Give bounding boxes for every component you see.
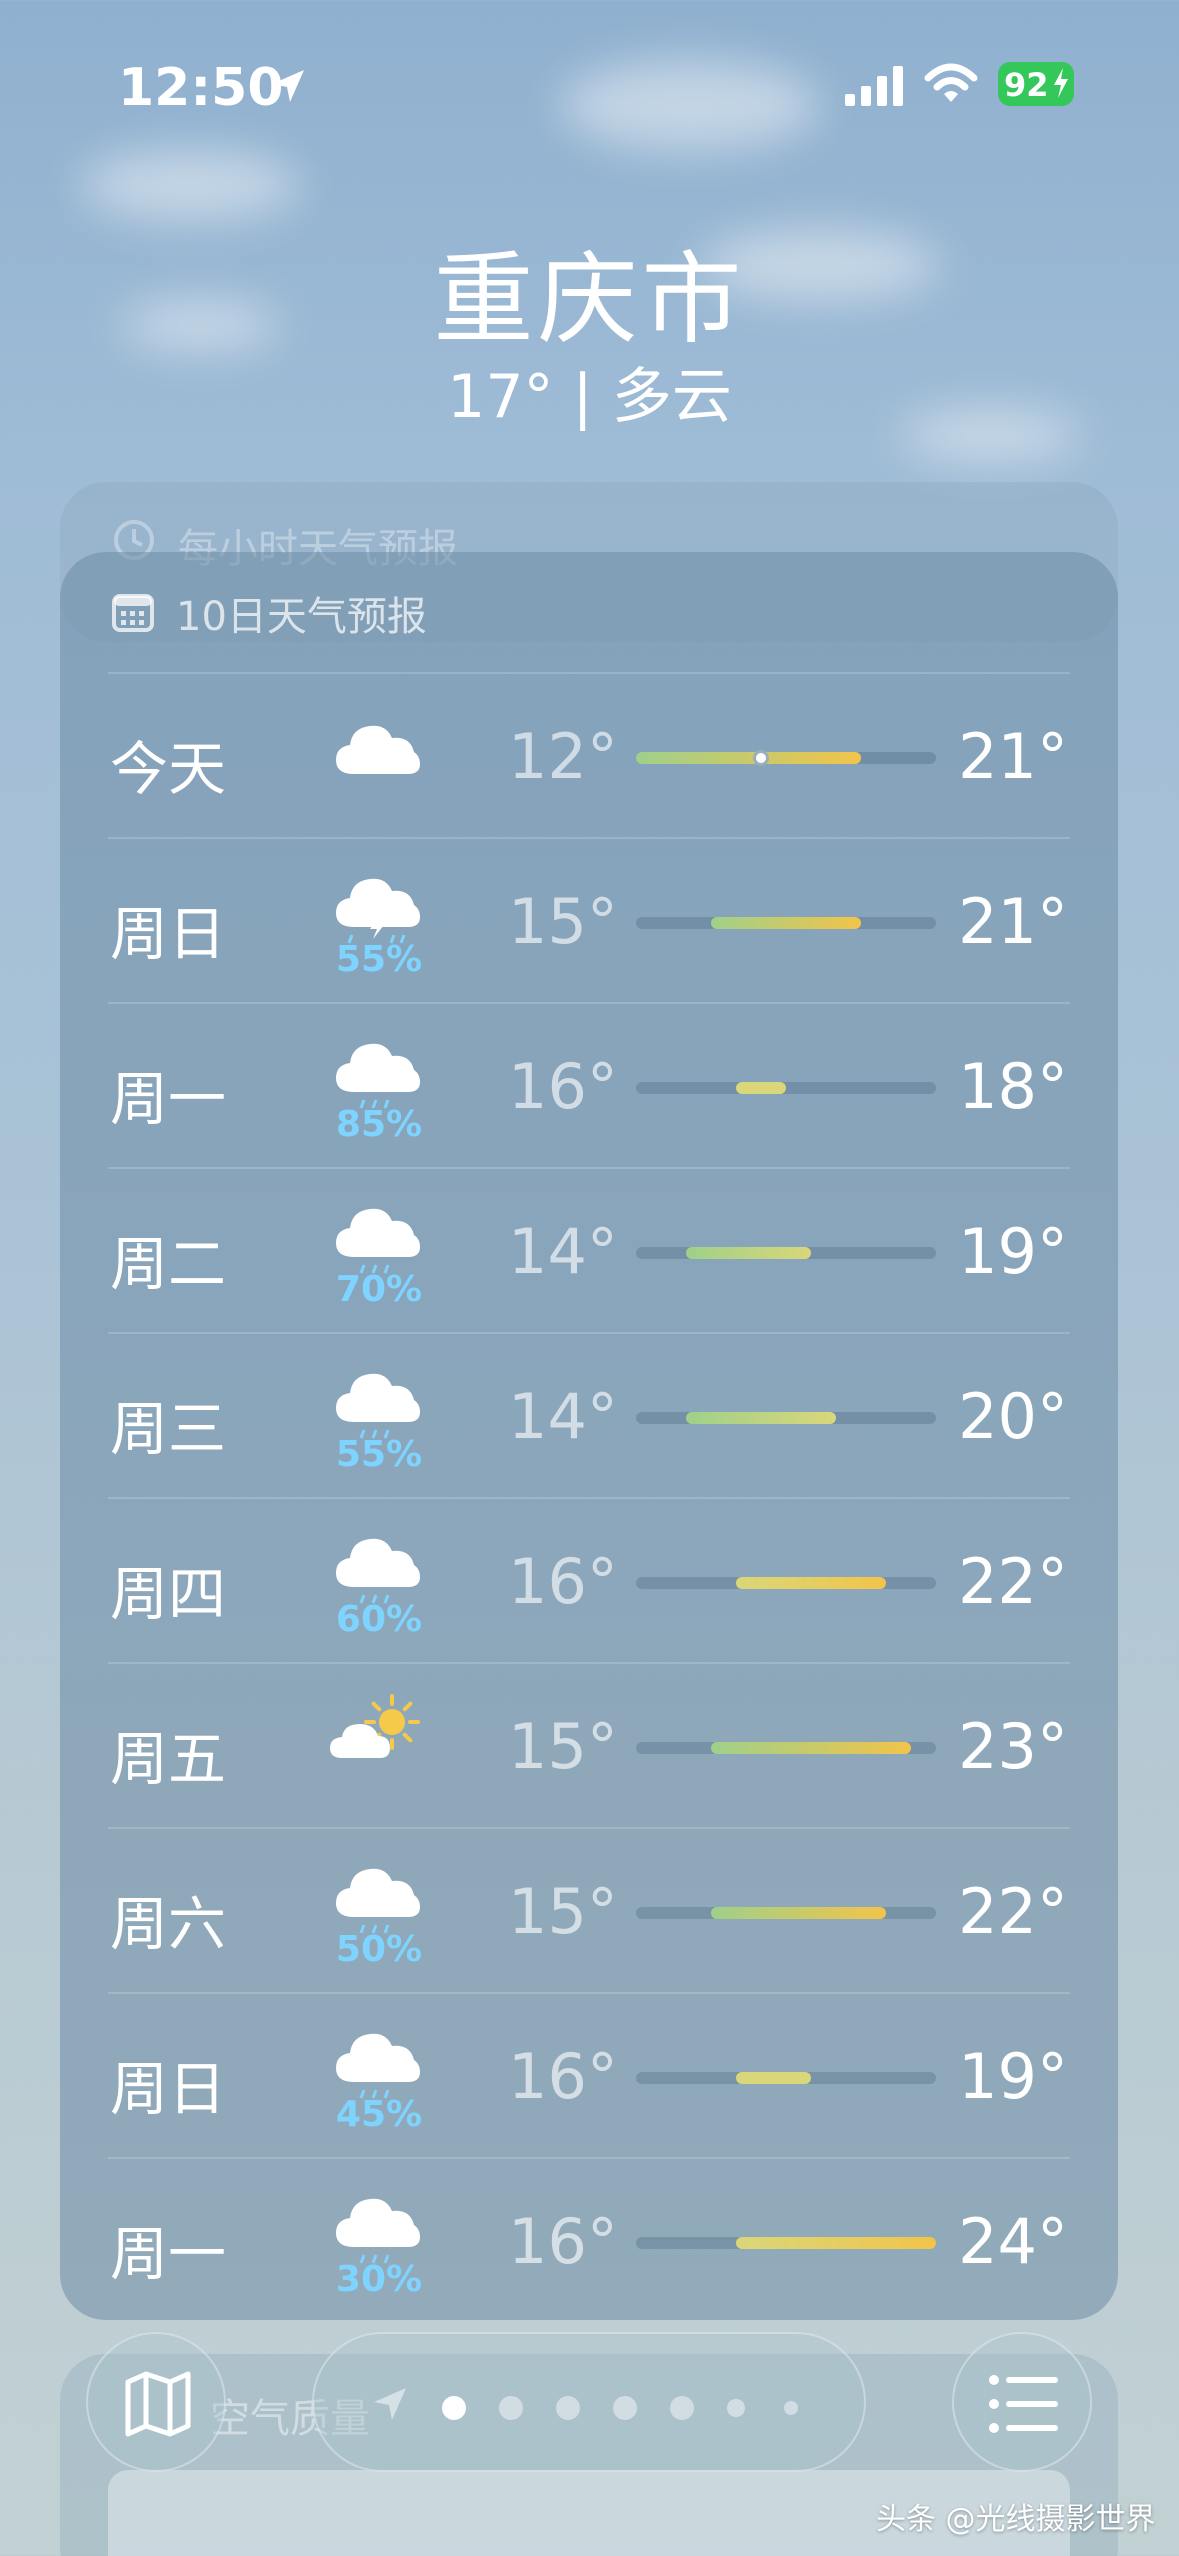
thunderstorm-icon: [336, 878, 420, 944]
current-temp-dot: [753, 750, 769, 766]
temp-range-bar: [636, 1742, 936, 1754]
temp-range-fill: [736, 1577, 886, 1589]
map-button[interactable]: [86, 2332, 226, 2472]
forecast-row: 周二 70% 14° 19°: [108, 1167, 1070, 1332]
forecast-day: 周六: [110, 1890, 227, 1958]
temp-range-bar: [636, 1247, 936, 1259]
forecast-day: 周一: [110, 2220, 227, 2288]
forecast-day: 周日: [110, 2055, 227, 2123]
forecast-day: 周一: [110, 1065, 227, 1133]
temp-range-bar: [636, 1577, 936, 1589]
city-list-button[interactable]: [952, 2332, 1092, 2472]
page-dot[interactable]: [727, 2399, 745, 2417]
page-dot[interactable]: [613, 2396, 637, 2420]
forecast-row: 周日 55% 15° 21°: [108, 837, 1070, 1002]
forecast-row: 周六 50% 15° 22°: [108, 1827, 1070, 1992]
temp-range-fill: [711, 917, 861, 929]
high-temp: 18°: [958, 1050, 1068, 1123]
temp-range-fill: [736, 2237, 936, 2249]
forecast-row: 周一 30% 16° 24°: [108, 2157, 1070, 2322]
map-icon: [125, 2371, 191, 2437]
forecast-row: 周四 60% 16° 22°: [108, 1497, 1070, 1662]
list-icon: [989, 2375, 1058, 2433]
forecast-row: 今天 12° 21°: [108, 672, 1070, 837]
precip-chance: 45%: [335, 2094, 423, 2135]
precip-chance: 85%: [335, 1104, 423, 1145]
current-location-arrow-icon: [374, 2388, 406, 2420]
precip-chance: 30%: [335, 2259, 423, 2300]
city-name: 重庆市: [433, 241, 746, 358]
precip-chance: 55%: [335, 939, 423, 980]
high-temp: 23°: [958, 1710, 1068, 1783]
temp-range-bar: [636, 2072, 936, 2084]
temp-range-bar: [636, 1907, 936, 1919]
rain-cloud-icon: [336, 2198, 420, 2264]
temp-range-bar: [636, 917, 936, 929]
forecast-day: 今天: [110, 735, 227, 803]
rain-cloud-icon: [336, 1208, 420, 1274]
cellular-signal-icon: [845, 66, 903, 106]
page-dot[interactable]: [556, 2396, 580, 2420]
precip-chance: 70%: [335, 1269, 423, 1310]
high-temp: 19°: [958, 2040, 1068, 2113]
forecast-day: 周五: [110, 1725, 227, 1793]
forecast-row: 周五 15° 23°: [108, 1662, 1070, 1827]
page-dot[interactable]: [499, 2396, 523, 2420]
status-time: 12:50: [118, 58, 284, 118]
temp-range-fill: [711, 1742, 911, 1754]
high-temp: 22°: [958, 1545, 1068, 1618]
forecast-day: 周日: [110, 900, 227, 968]
high-temp: 22°: [958, 1875, 1068, 1948]
temp-range-bar: [636, 2237, 936, 2249]
rain-cloud-icon: [336, 1868, 420, 1934]
cloud-icon: [336, 725, 420, 774]
forecast-day: 周四: [110, 1560, 227, 1628]
rain-cloud-icon: [336, 1043, 420, 1109]
forecast-row: 周一 85% 16° 18°: [108, 1002, 1070, 1167]
high-temp: 21°: [958, 720, 1068, 793]
temp-range-fill: [686, 1247, 811, 1259]
watermark: 头条 @光线摄影世界: [876, 2502, 1156, 2537]
location-arrow-icon: [272, 70, 304, 102]
forecast-day: 周三: [110, 1395, 227, 1463]
rain-cloud-icon: [336, 1538, 420, 1604]
high-temp: 21°: [958, 885, 1068, 958]
temp-range-fill: [736, 2072, 811, 2084]
high-temp: 19°: [958, 1215, 1068, 1288]
partly-sunny-icon: [330, 1694, 420, 1758]
forecast-day: 周二: [110, 1230, 227, 1298]
temp-range-bar: [636, 1412, 936, 1424]
temp-range-bar: [636, 1082, 936, 1094]
high-temp: 20°: [958, 1380, 1068, 1453]
precip-chance: 60%: [335, 1599, 423, 1640]
status-bar: 12:50 92: [0, 52, 1179, 122]
temp-range-fill: [636, 752, 861, 764]
page-dot[interactable]: [442, 2396, 466, 2420]
battery-indicator: 92: [998, 62, 1074, 106]
temp-range-bar: [636, 750, 936, 766]
precip-chance: 50%: [335, 1929, 423, 1970]
location-page-indicator[interactable]: [312, 2332, 866, 2472]
high-temp: 24°: [958, 2205, 1068, 2278]
temp-range-fill: [686, 1412, 836, 1424]
wifi-icon: [924, 63, 978, 102]
charging-bolt-icon: [1054, 68, 1068, 98]
battery-level: 92: [1004, 66, 1049, 104]
page-dot[interactable]: [784, 2401, 798, 2415]
rain-cloud-icon: [336, 2033, 420, 2099]
temp-range-fill: [711, 1907, 886, 1919]
rain-cloud-icon: [336, 1373, 420, 1439]
forecast-row: 周日 45% 16° 19°: [108, 1992, 1070, 2157]
page-dot[interactable]: [670, 2396, 694, 2420]
calendar-icon: [112, 594, 154, 632]
precip-chance: 55%: [335, 1434, 423, 1475]
temp-range-fill: [736, 1082, 786, 1094]
forecast-row: 周三 55% 14° 20°: [108, 1332, 1070, 1497]
ten-day-forecast-title: 10日天气预报: [176, 594, 427, 640]
current-conditions: 17° | 多云: [447, 362, 732, 432]
